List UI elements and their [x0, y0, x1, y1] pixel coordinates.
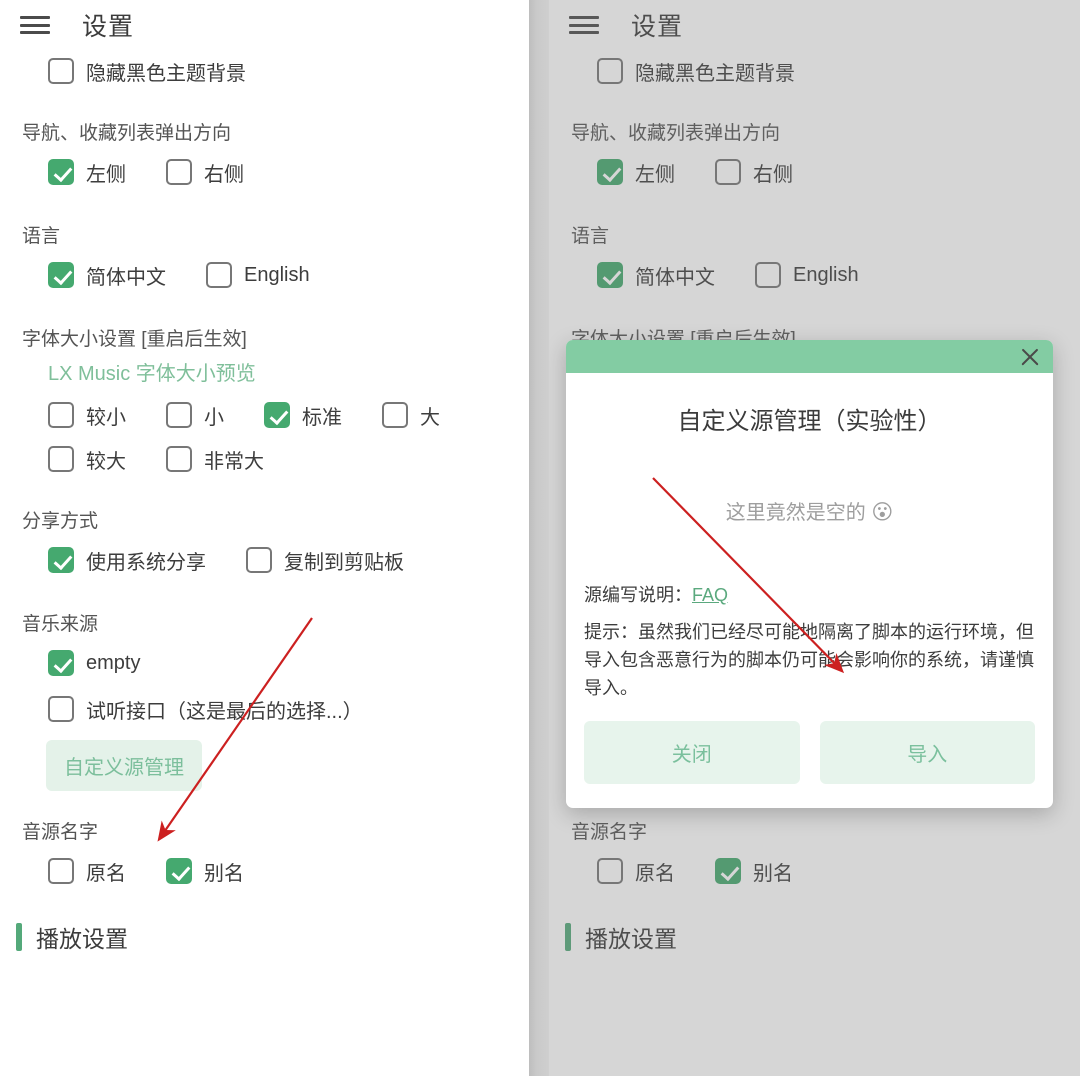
group-label-language: 语言	[22, 226, 61, 247]
checkbox-share-system[interactable]: 使用系统分享	[48, 546, 206, 575]
section-title: 播放设置	[36, 926, 128, 952]
checkbox-label: 别名	[204, 862, 244, 885]
close-x-icon[interactable]	[1017, 344, 1043, 370]
dialog-close-button[interactable]: 关闭	[584, 720, 800, 784]
faq-label: 源编写说明：	[584, 585, 692, 605]
checkbox-label: 使用系统分享	[86, 551, 206, 574]
dialog-titlebar	[566, 340, 1053, 373]
panel-divider	[529, 0, 549, 1076]
dialog-action-bar: 关闭 导入	[584, 720, 1035, 792]
setting-music-source-empty: empty	[0, 640, 529, 686]
dialog-body: 自定义源管理（实验性） 这里竟然是空的 😮 源编写说明：FAQ 提示：虽然我们已…	[566, 373, 1053, 808]
checkbox-label: 小	[204, 406, 224, 429]
setting-language: 简体中文 English	[0, 252, 529, 298]
dialog-title: 自定义源管理（实验性）	[677, 408, 942, 435]
checkbox-label: empty	[86, 651, 141, 674]
surprised-face-emoji: 😮	[871, 501, 894, 524]
checkbox-box	[48, 402, 74, 428]
font-size-preview-text: LX Music 字体大小预览	[48, 363, 256, 385]
checkbox-box	[48, 858, 74, 884]
page-title: 设置	[82, 13, 135, 41]
hamburger-menu-icon[interactable]	[20, 14, 50, 36]
checkbox-popup-right[interactable]: 右侧	[166, 158, 244, 187]
group-label-music-source: 音乐来源	[22, 614, 99, 635]
checkbox-label: 非常大	[204, 450, 264, 473]
setting-share-mode: 使用系统分享 复制到剪贴板	[0, 537, 529, 583]
checkbox-font-larger[interactable]: 较大	[48, 445, 126, 474]
dialog-faq-line: 源编写说明：FAQ	[584, 581, 1035, 607]
dialog-import-button[interactable]: 导入	[819, 720, 1035, 784]
checkbox-source-alias[interactable]: 别名	[166, 857, 244, 886]
custom-source-manage-button[interactable]: 自定义源管理	[46, 740, 202, 791]
checkbox-label: 复制到剪贴板	[284, 551, 404, 574]
group-label-source-name: 音源名字	[22, 822, 99, 843]
right-panel-after-state: 设置 隐藏黑色主题背景 导航、收藏列表弹出方向 左侧 右侧 语言 简体中文 En…	[549, 0, 1080, 1076]
checkbox-label: 原名	[86, 862, 126, 885]
settings-body: 隐藏黑色主题背景 导航、收藏列表弹出方向 左侧 右侧 语言 简体中文 Engli…	[0, 50, 529, 954]
setting-font-size-row1: 较小 小 标准 大	[0, 392, 529, 438]
checkbox-box	[382, 402, 408, 428]
checkbox-source-empty[interactable]: empty	[48, 650, 140, 676]
checkbox-label: 较大	[86, 450, 126, 473]
checkbox-box	[166, 858, 192, 884]
group-label-share-mode: 分享方式	[22, 511, 99, 532]
checkbox-popup-left[interactable]: 左侧	[48, 158, 126, 187]
checkbox-font-smaller[interactable]: 较小	[48, 401, 126, 430]
checkbox-source-test[interactable]: 试听接口（这是最后的选择...）	[48, 695, 363, 724]
checkbox-box	[166, 402, 192, 428]
setting-source-name: 原名 别名	[0, 848, 529, 894]
checkbox-box	[166, 446, 192, 472]
checkbox-label: 大	[420, 406, 440, 429]
dialog-warning-note: 提示：虽然我们已经尽可能地隔离了脚本的运行环境，但导入包含恶意行为的脚本仍可能会…	[584, 622, 1034, 698]
section-accent-bar	[16, 923, 22, 951]
checkbox-box	[48, 547, 74, 573]
checkbox-font-large[interactable]: 大	[382, 401, 440, 430]
checkbox-label: 标准	[302, 406, 342, 429]
checkbox-label: 简体中文	[86, 266, 166, 289]
checkbox-box	[206, 262, 232, 288]
checkbox-label: English	[244, 263, 310, 286]
setting-font-size-row2: 较大 非常大	[0, 438, 529, 480]
checkbox-label: 试听接口（这是最后的选择...）	[86, 700, 363, 723]
dialog-empty-state: 这里竟然是空的 😮	[584, 496, 1035, 525]
group-label-popup-direction: 导航、收藏列表弹出方向	[22, 123, 232, 144]
checkbox-source-original-name[interactable]: 原名	[48, 857, 126, 886]
checkbox-box	[48, 650, 74, 676]
checkbox-label: 较小	[86, 406, 126, 429]
checkbox-share-clipboard[interactable]: 复制到剪贴板	[246, 546, 404, 575]
setting-popup-direction: 左侧 右侧	[0, 149, 529, 195]
checkbox-language-zh[interactable]: 简体中文	[48, 261, 166, 290]
checkbox-box	[48, 159, 74, 185]
checkbox-box	[166, 159, 192, 185]
custom-source-dialog: 自定义源管理（实验性） 这里竟然是空的 😮 源编写说明：FAQ 提示：虽然我们已…	[566, 340, 1053, 808]
app-topbar: 设置	[0, 0, 529, 50]
checkbox-box	[48, 696, 74, 722]
checkbox-box	[48, 58, 74, 84]
checkbox-font-standard[interactable]: 标准	[264, 401, 342, 430]
checkbox-label: 右侧	[204, 163, 244, 186]
screenshot-stage: 设置 隐藏黑色主题背景 导航、收藏列表弹出方向 左侧 右侧 语言 简体中文 En…	[0, 0, 1080, 1076]
checkbox-box	[48, 262, 74, 288]
checkbox-font-largest[interactable]: 非常大	[166, 445, 264, 474]
checkbox-label: 隐藏黑色主题背景	[86, 62, 246, 85]
checkbox-language-en[interactable]: English	[206, 262, 310, 288]
checkbox-hide-dark-bg[interactable]: 隐藏黑色主题背景	[48, 57, 246, 86]
left-panel-before-state: 设置 隐藏黑色主题背景 导航、收藏列表弹出方向 左侧 右侧 语言 简体中文 En…	[0, 0, 529, 1076]
checkbox-box	[264, 402, 290, 428]
custom-source-button-wrap: 自定义源管理	[0, 740, 529, 791]
checkbox-box	[48, 446, 74, 472]
checkbox-label: 左侧	[86, 163, 126, 186]
checkbox-font-small[interactable]: 小	[166, 401, 224, 430]
faq-link[interactable]: FAQ	[692, 585, 728, 605]
group-label-font-size: 字体大小设置 [重启后生效]	[22, 329, 247, 350]
checkbox-box	[246, 547, 272, 573]
section-heading-playback: 播放设置	[0, 920, 529, 954]
setting-music-source-test: 试听接口（这是最后的选择...）	[0, 686, 529, 732]
setting-hide-dark-bg[interactable]: 隐藏黑色主题背景	[0, 50, 529, 92]
empty-state-text: 这里竟然是空的	[725, 502, 866, 524]
